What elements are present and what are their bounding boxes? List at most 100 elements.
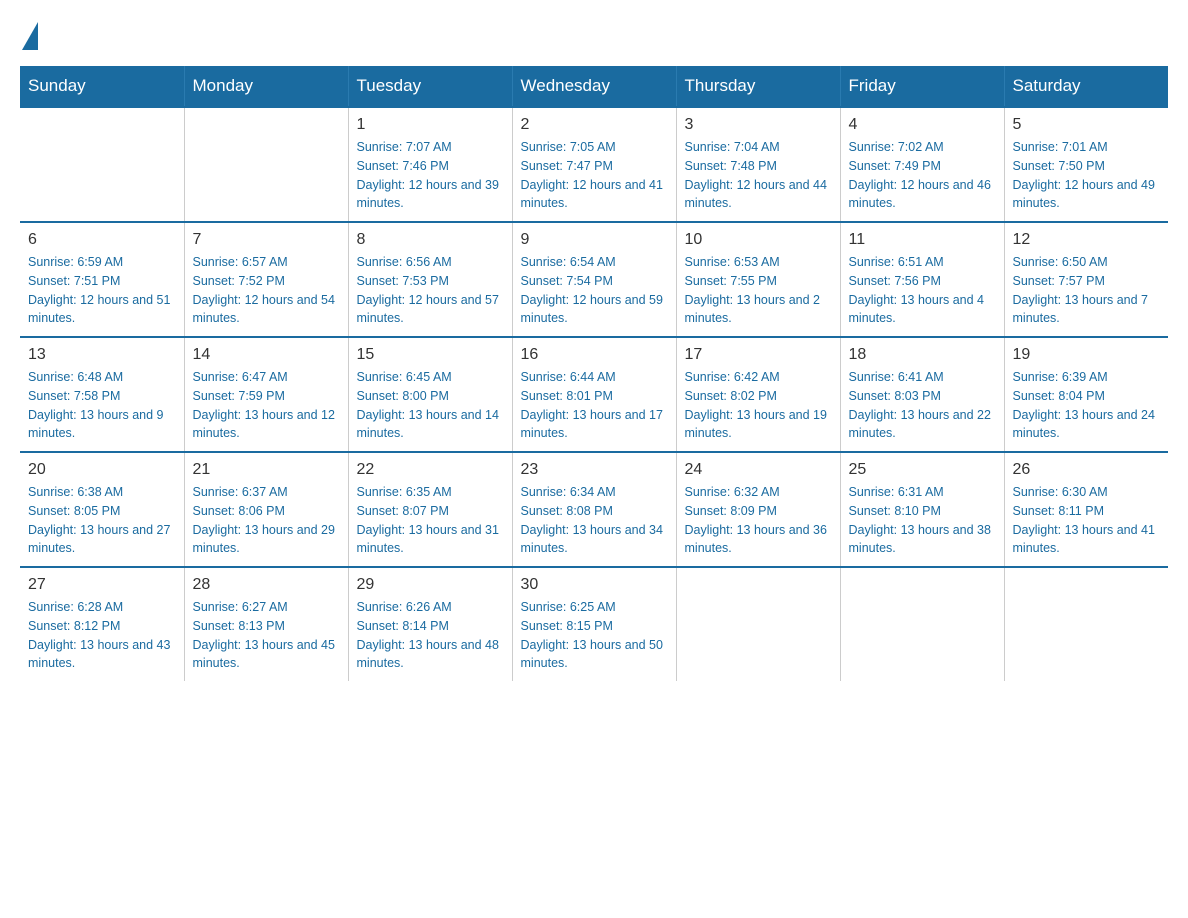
calendar-cell: 15 Sunrise: 6:45 AMSunset: 8:00 PMDayligh…: [348, 337, 512, 452]
day-number: 22: [357, 461, 504, 479]
calendar-cell: 4Sunrise: 7:02 AMSunset: 7:49 PMDaylight…: [840, 107, 1004, 222]
calendar-cell: 6 Sunrise: 6:59 AMSunset: 7:51 PMDaylight…: [20, 222, 184, 337]
calendar-cell: 23 Sunrise: 6:34 AMSunset: 8:08 PMDayligh…: [512, 452, 676, 567]
day-number: 3: [685, 116, 832, 134]
calendar-cell: [840, 567, 1004, 681]
day-number: 15: [357, 346, 504, 364]
day-number: 25: [849, 461, 996, 479]
calendar-cell: 26 Sunrise: 6:30 AMSunset: 8:11 PMDayligh…: [1004, 452, 1168, 567]
calendar-cell: [20, 107, 184, 222]
logo-triangle-icon: [22, 22, 38, 50]
day-info: Sunrise: 6:27 AMSunset: 8:13 PMDaylight:…: [193, 598, 340, 673]
calendar-cell: [184, 107, 348, 222]
day-info: Sunrise: 7:01 AMSunset: 7:50 PMDaylight:…: [1013, 138, 1161, 213]
calendar-cell: 17 Sunrise: 6:42 AMSunset: 8:02 PMDayligh…: [676, 337, 840, 452]
day-info: Sunrise: 6:50 AMSunset: 7:57 PMDaylight:…: [1013, 253, 1161, 328]
calendar-cell: 18Sunrise: 6:41 AMSunset: 8:03 PMDayligh…: [840, 337, 1004, 452]
calendar-table: SundayMondayTuesdayWednesdayThursdayFrid…: [20, 66, 1168, 681]
calendar-cell: 5 Sunrise: 7:01 AMSunset: 7:50 PMDaylight…: [1004, 107, 1168, 222]
day-number: 18: [849, 346, 996, 364]
calendar-cell: 20 Sunrise: 6:38 AMSunset: 8:05 PMDayligh…: [20, 452, 184, 567]
calendar-cell: 30 Sunrise: 6:25 AMSunset: 8:15 PMDayligh…: [512, 567, 676, 681]
day-number: 6: [28, 231, 176, 249]
calendar-cell: 19 Sunrise: 6:39 AMSunset: 8:04 PMDayligh…: [1004, 337, 1168, 452]
day-info: Sunrise: 6:32 AMSunset: 8:09 PMDaylight:…: [685, 483, 832, 558]
calendar-cell: 11Sunrise: 6:51 AMSunset: 7:56 PMDayligh…: [840, 222, 1004, 337]
day-info: Sunrise: 7:04 AMSunset: 7:48 PMDaylight:…: [685, 138, 832, 213]
page-header: [20, 20, 1168, 46]
calendar-cell: 1Sunrise: 7:07 AMSunset: 7:46 PMDaylight…: [348, 107, 512, 222]
day-number: 17: [685, 346, 832, 364]
calendar-cell: 12 Sunrise: 6:50 AMSunset: 7:57 PMDayligh…: [1004, 222, 1168, 337]
day-number: 7: [193, 231, 340, 249]
day-number: 12: [1013, 231, 1161, 249]
day-number: 14: [193, 346, 340, 364]
day-info: Sunrise: 6:30 AMSunset: 8:11 PMDaylight:…: [1013, 483, 1161, 558]
day-info: Sunrise: 6:25 AMSunset: 8:15 PMDaylight:…: [521, 598, 668, 673]
weekday-header-wednesday: Wednesday: [512, 66, 676, 107]
day-info: Sunrise: 6:54 AMSunset: 7:54 PMDaylight:…: [521, 253, 668, 328]
calendar-cell: 8 Sunrise: 6:56 AMSunset: 7:53 PMDaylight…: [348, 222, 512, 337]
weekday-header-thursday: Thursday: [676, 66, 840, 107]
calendar-cell: [676, 567, 840, 681]
day-info: Sunrise: 6:28 AMSunset: 8:12 PMDaylight:…: [28, 598, 176, 673]
weekday-header-friday: Friday: [840, 66, 1004, 107]
logo: [20, 20, 38, 46]
calendar-cell: 13 Sunrise: 6:48 AMSunset: 7:58 PMDayligh…: [20, 337, 184, 452]
day-info: Sunrise: 6:39 AMSunset: 8:04 PMDaylight:…: [1013, 368, 1161, 443]
day-number: 21: [193, 461, 340, 479]
day-info: Sunrise: 6:57 AMSunset: 7:52 PMDaylight:…: [193, 253, 340, 328]
day-info: Sunrise: 6:35 AMSunset: 8:07 PMDaylight:…: [357, 483, 504, 558]
calendar-week-row: 20 Sunrise: 6:38 AMSunset: 8:05 PMDayligh…: [20, 452, 1168, 567]
day-number: 16: [521, 346, 668, 364]
day-info: Sunrise: 6:42 AMSunset: 8:02 PMDaylight:…: [685, 368, 832, 443]
day-number: 28: [193, 576, 340, 594]
day-number: 1: [357, 116, 504, 134]
day-info: Sunrise: 7:05 AMSunset: 7:47 PMDaylight:…: [521, 138, 668, 213]
calendar-cell: 10 Sunrise: 6:53 AMSunset: 7:55 PMDayligh…: [676, 222, 840, 337]
day-number: 13: [28, 346, 176, 364]
calendar-cell: 22 Sunrise: 6:35 AMSunset: 8:07 PMDayligh…: [348, 452, 512, 567]
day-number: 23: [521, 461, 668, 479]
weekday-header-tuesday: Tuesday: [348, 66, 512, 107]
day-info: Sunrise: 6:56 AMSunset: 7:53 PMDaylight:…: [357, 253, 504, 328]
weekday-header-saturday: Saturday: [1004, 66, 1168, 107]
day-number: 29: [357, 576, 504, 594]
day-info: Sunrise: 6:59 AMSunset: 7:51 PMDaylight:…: [28, 253, 176, 328]
day-number: 9: [521, 231, 668, 249]
calendar-cell: 28 Sunrise: 6:27 AMSunset: 8:13 PMDayligh…: [184, 567, 348, 681]
day-info: Sunrise: 6:37 AMSunset: 8:06 PMDaylight:…: [193, 483, 340, 558]
calendar-cell: 27 Sunrise: 6:28 AMSunset: 8:12 PMDayligh…: [20, 567, 184, 681]
calendar-cell: 29 Sunrise: 6:26 AMSunset: 8:14 PMDayligh…: [348, 567, 512, 681]
calendar-cell: 16 Sunrise: 6:44 AMSunset: 8:01 PMDayligh…: [512, 337, 676, 452]
day-number: 30: [521, 576, 668, 594]
weekday-header-monday: Monday: [184, 66, 348, 107]
weekday-header-sunday: Sunday: [20, 66, 184, 107]
calendar-cell: 7 Sunrise: 6:57 AMSunset: 7:52 PMDaylight…: [184, 222, 348, 337]
day-number: 11: [849, 231, 996, 249]
day-info: Sunrise: 6:53 AMSunset: 7:55 PMDaylight:…: [685, 253, 832, 328]
calendar-week-row: 6 Sunrise: 6:59 AMSunset: 7:51 PMDaylight…: [20, 222, 1168, 337]
calendar-cell: [1004, 567, 1168, 681]
day-number: 27: [28, 576, 176, 594]
day-info: Sunrise: 6:44 AMSunset: 8:01 PMDaylight:…: [521, 368, 668, 443]
day-number: 26: [1013, 461, 1161, 479]
calendar-cell: 3 Sunrise: 7:04 AMSunset: 7:48 PMDaylight…: [676, 107, 840, 222]
day-number: 8: [357, 231, 504, 249]
calendar-cell: 14Sunrise: 6:47 AMSunset: 7:59 PMDayligh…: [184, 337, 348, 452]
day-info: Sunrise: 6:48 AMSunset: 7:58 PMDaylight:…: [28, 368, 176, 443]
day-number: 10: [685, 231, 832, 249]
day-number: 24: [685, 461, 832, 479]
day-number: 20: [28, 461, 176, 479]
calendar-cell: 25Sunrise: 6:31 AMSunset: 8:10 PMDayligh…: [840, 452, 1004, 567]
day-info: Sunrise: 6:38 AMSunset: 8:05 PMDaylight:…: [28, 483, 176, 558]
day-info: Sunrise: 6:26 AMSunset: 8:14 PMDaylight:…: [357, 598, 504, 673]
calendar-cell: 2Sunrise: 7:05 AMSunset: 7:47 PMDaylight…: [512, 107, 676, 222]
calendar-week-row: 1Sunrise: 7:07 AMSunset: 7:46 PMDaylight…: [20, 107, 1168, 222]
day-info: Sunrise: 6:34 AMSunset: 8:08 PMDaylight:…: [521, 483, 668, 558]
day-info: Sunrise: 6:45 AMSunset: 8:00 PMDaylight:…: [357, 368, 504, 443]
calendar-header-row: SundayMondayTuesdayWednesdayThursdayFrid…: [20, 66, 1168, 107]
calendar-week-row: 13 Sunrise: 6:48 AMSunset: 7:58 PMDayligh…: [20, 337, 1168, 452]
day-number: 19: [1013, 346, 1161, 364]
day-number: 5: [1013, 116, 1161, 134]
